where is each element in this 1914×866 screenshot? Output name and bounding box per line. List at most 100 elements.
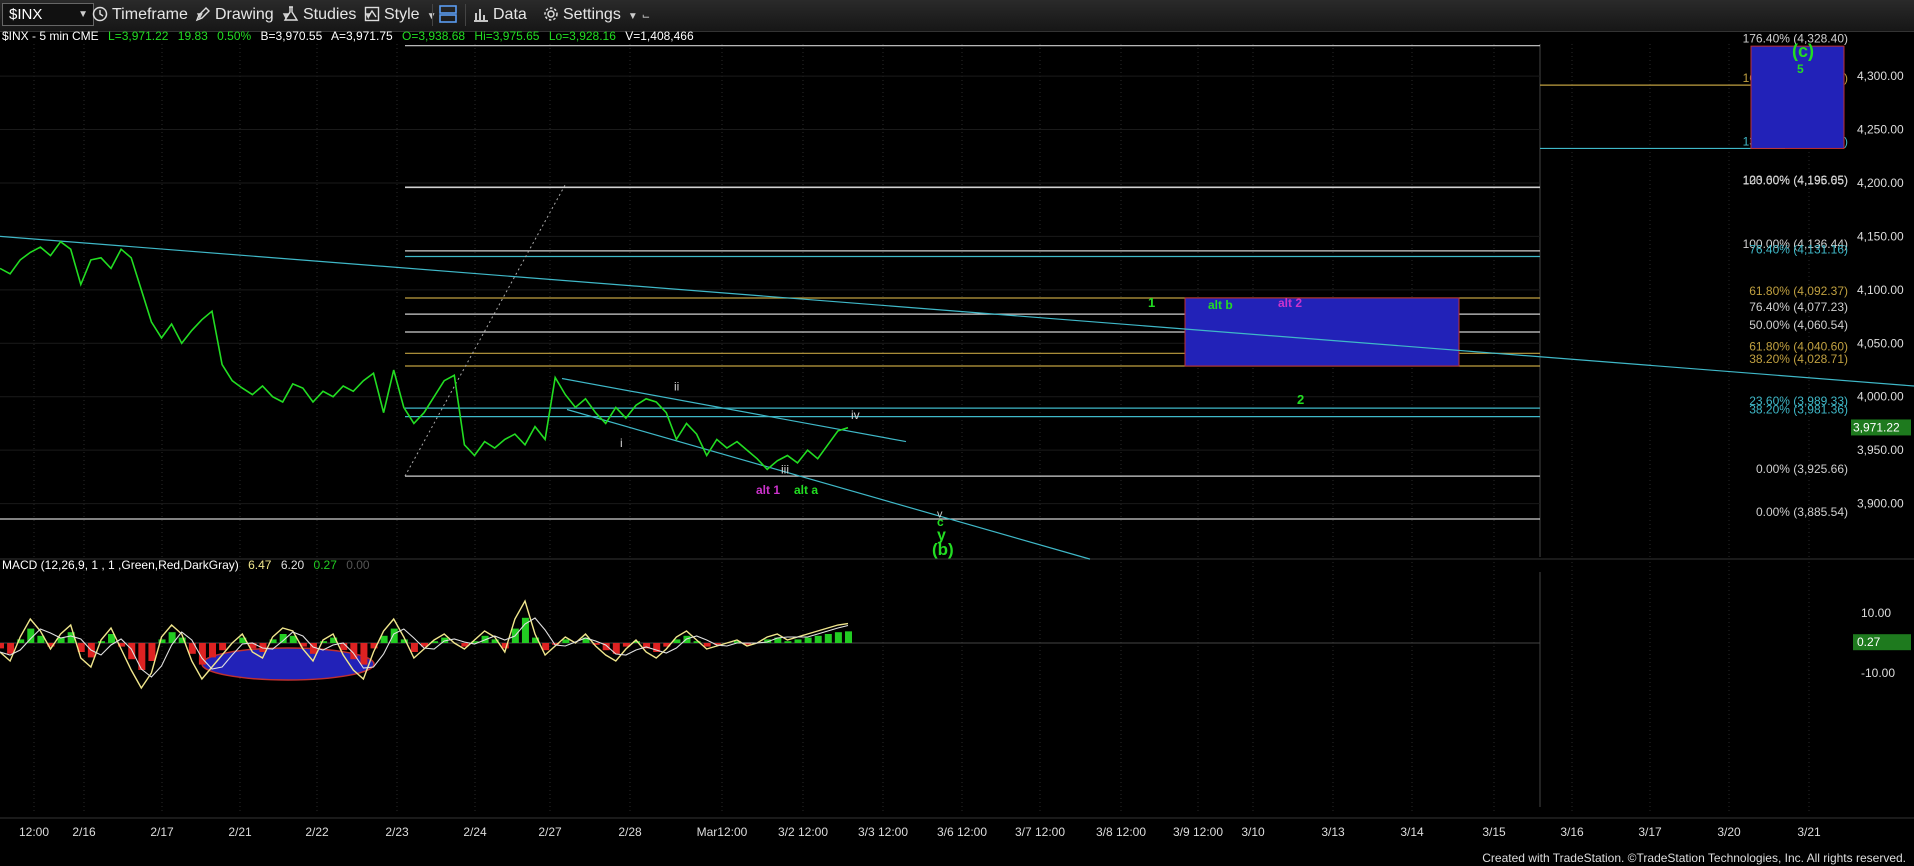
macd-histogram-bar — [380, 635, 388, 643]
x-tick-label: 3/17 — [1638, 825, 1662, 839]
x-tick-label: 2/22 — [305, 825, 329, 839]
price-pane-bg — [0, 44, 1914, 557]
fib-level-label: 76.40% (4,077.23) — [1749, 300, 1848, 314]
style-icon — [364, 6, 380, 22]
hist-value: 0.27 — [314, 558, 338, 572]
x-tick-label: 3/3 12:00 — [858, 825, 908, 839]
macd-tick-label: 10.00 — [1861, 606, 1891, 620]
symbol-input[interactable]: $INX ▼ — [2, 3, 94, 26]
fib-level-label: 61.80% (4,092.37) — [1749, 284, 1848, 298]
y-tick-label: 4,050.00 — [1857, 336, 1904, 350]
wave-label: alt 2 — [1278, 296, 1302, 310]
macd-histogram-bar — [804, 637, 812, 643]
fib-level-label: 0.00% (3,925.66) — [1756, 462, 1848, 476]
macd-histogram-bar — [0, 643, 4, 649]
macd-tick-label: 0.27 — [1857, 635, 1881, 649]
style-button[interactable]: Style▼ — [364, 5, 436, 25]
macd-histogram-bar — [784, 641, 792, 643]
wave-label: 1 — [1148, 295, 1155, 310]
y-tick-label: 4,150.00 — [1857, 229, 1904, 243]
layout-toggle-button[interactable] — [438, 5, 462, 25]
macd-header: MACD (12,26,9, 1 , 1 ,Green,Red,DarkGray… — [2, 558, 370, 572]
settings-label: Settings — [563, 6, 621, 23]
change-pct-value: 0.50% — [217, 31, 251, 43]
signal-value: 6.20 — [281, 558, 305, 572]
x-tick-label: 3/21 — [1797, 825, 1821, 839]
clock-icon — [92, 6, 108, 22]
wave-label: i — [620, 436, 623, 450]
last-price-label: 3,971.22 — [1853, 420, 1900, 434]
macd-histogram-bar — [219, 643, 227, 651]
wave-label: (b) — [932, 540, 954, 559]
macd-histogram-bar — [390, 628, 398, 643]
x-tick-label: 3/2 12:00 — [778, 825, 828, 839]
x-tick-label: 2/16 — [72, 825, 96, 839]
macd-histogram-bar — [521, 617, 529, 643]
zero-value: 0.00 — [346, 558, 370, 572]
settings-button[interactable]: Settings ▼ ⌙ — [543, 5, 650, 25]
layout-icon — [439, 5, 457, 23]
drawing-label: Drawing — [215, 6, 274, 23]
footer-credit: Created with TradeStation. ©TradeStation… — [1482, 851, 1906, 865]
wave-label: alt 1 — [756, 483, 780, 497]
toolbar-divider — [432, 4, 433, 26]
style-label: Style — [384, 6, 420, 23]
pencil-icon — [195, 7, 210, 22]
macd-label: MACD (12,26,9, 1 , 1 ,Green,Red,DarkGray… — [2, 558, 239, 572]
timeframe-button[interactable]: Timeframe ▼ — [92, 5, 205, 25]
x-tick-label: 3/7 12:00 — [1015, 825, 1065, 839]
chart-area[interactable]: $INX - 5 min CME L=3,971.22 19.83 0.50% … — [0, 31, 1914, 851]
drawing-button[interactable]: Drawing ▼ — [195, 5, 291, 25]
volume-value: V=1,408,466 — [625, 31, 694, 43]
x-tick-label: 3/14 — [1400, 825, 1424, 839]
wave-label: 2 — [1297, 392, 1304, 407]
macd-pane: 10.00 0.27 -10.00 — [0, 562, 1911, 814]
symbol-info: $INX - 5 min CME — [2, 31, 99, 43]
macd-histogram-bar — [562, 639, 570, 643]
x-tick-label: 3/15 — [1482, 825, 1506, 839]
macd-histogram-bar — [97, 641, 105, 643]
fib-level-label: 38.20% (3,981.36) — [1749, 403, 1848, 417]
bar-chart-icon — [474, 9, 488, 22]
time-axis: 12:00 2/16 2/17 2/21 2/22 2/23 2/24 2/27 2/28 Mar… — [0, 817, 1914, 839]
y-tick-label: 4,300.00 — [1857, 69, 1904, 83]
fib-level-label: 0.00% (3,885.54) — [1756, 505, 1848, 519]
x-tick-label: Mar12:00 — [697, 825, 748, 839]
ask-value: A=3,971.75 — [331, 31, 393, 43]
x-tick-label: 2/21 — [228, 825, 252, 839]
macd-histogram-bar — [209, 643, 216, 658]
high-value: Hi=3,975.65 — [474, 31, 539, 43]
macd-histogram-bar — [834, 632, 842, 643]
macd-histogram-bar — [845, 631, 852, 643]
macd-value: 6.47 — [248, 558, 272, 572]
fib-level-label: 50.00% (4,060.54) — [1749, 318, 1848, 332]
data-button[interactable]: Data — [473, 5, 527, 25]
chevron-down-icon[interactable]: ▼ — [78, 4, 88, 25]
open-value: O=3,938.68 — [402, 31, 465, 43]
x-tick-label: 12:00 — [19, 825, 49, 839]
chart-header: $INX - 5 min CME L=3,971.22 19.83 0.50% … — [2, 31, 694, 43]
x-tick-label: 3/20 — [1717, 825, 1741, 839]
flask-icon — [283, 6, 299, 21]
fib-level-label: 100.00% (4,195.65) — [1743, 174, 1848, 188]
x-tick-label: 3/16 — [1560, 825, 1584, 839]
price-pane: 3,900.00 3,950.00 4,000.00 4,050.00 4,100.00… — [0, 32, 1914, 560]
y-tick-label: 4,200.00 — [1857, 176, 1904, 190]
studies-label: Studies — [303, 6, 357, 23]
bid-value: B=3,970.55 — [261, 31, 323, 43]
y-tick-label: 4,100.00 — [1857, 283, 1904, 297]
x-tick-label: 2/28 — [618, 825, 642, 839]
wave-label: iii — [781, 463, 789, 477]
toolbar: $INX ▼ Timeframe ▼ Drawing ▼ Studies ▼ Styl… — [0, 0, 1914, 32]
wave-label: iv — [851, 408, 860, 422]
x-tick-label: 2/27 — [538, 825, 562, 839]
wave-label: alt b — [1208, 298, 1233, 312]
y-tick-label: 4,250.00 — [1857, 123, 1904, 137]
last-value: L=3,971.22 — [108, 31, 169, 43]
y-tick-label: 3,950.00 — [1857, 443, 1904, 457]
macd-histogram-bar — [7, 643, 15, 654]
studies-button[interactable]: Studies ▼ — [283, 5, 373, 25]
y-tick-label: 3,900.00 — [1857, 497, 1904, 511]
data-label: Data — [493, 6, 527, 23]
low-value: Lo=3,928.16 — [549, 31, 616, 43]
